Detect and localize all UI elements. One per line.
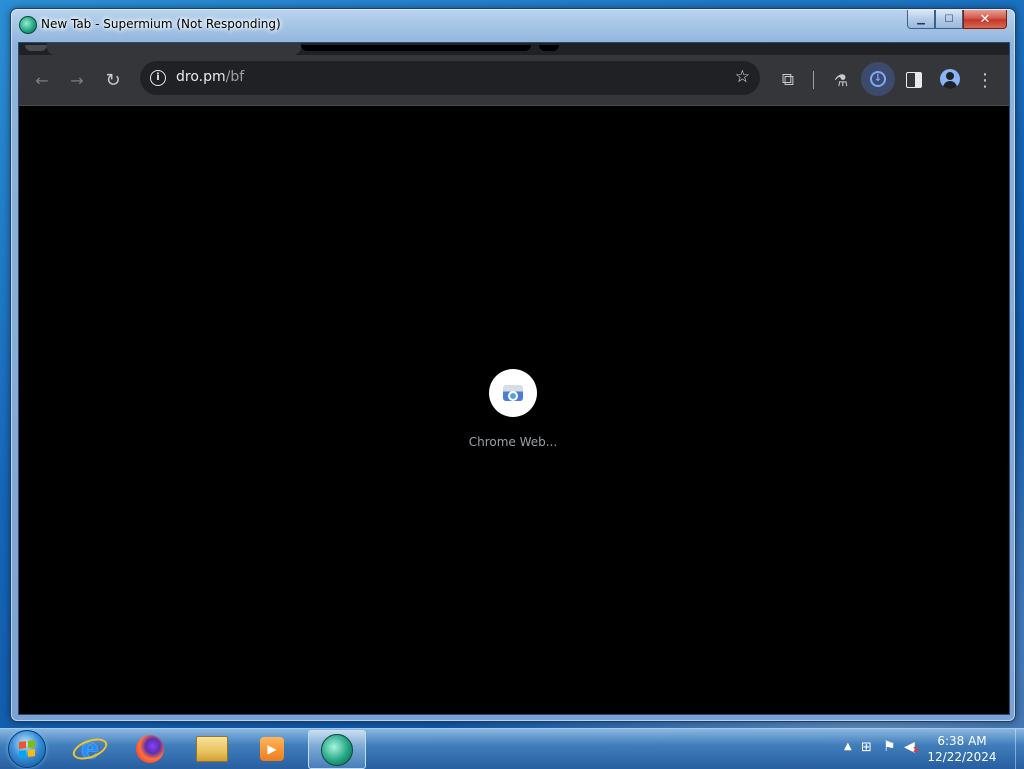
site-info-icon[interactable]: i bbox=[150, 70, 166, 86]
taskbar-windows-explorer[interactable] bbox=[184, 730, 240, 767]
network-icon[interactable]: ⊞ bbox=[861, 740, 872, 755]
title-bar[interactable]: New Tab - Supermium (Not Responding) ▁ ☐… bbox=[11, 9, 1015, 41]
address-bar[interactable]: i dro.pm/bf ☆ bbox=[140, 61, 760, 95]
toolbar-separator bbox=[813, 71, 814, 89]
new-tab-button[interactable] bbox=[539, 45, 559, 51]
download-icon: ↓ bbox=[870, 71, 886, 87]
chrome-web-store-icon bbox=[503, 385, 523, 401]
taskbar-firefox[interactable] bbox=[122, 730, 178, 767]
taskbar-supermium[interactable] bbox=[308, 730, 366, 769]
avatar-head bbox=[946, 72, 954, 80]
taskbar-internet-explorer[interactable]: e bbox=[62, 730, 118, 767]
start-button[interactable] bbox=[8, 730, 46, 768]
url-path: /bf bbox=[225, 69, 245, 85]
menu-kebab-icon[interactable]: ⋮ bbox=[974, 69, 996, 91]
clock-date: 12/22/2024 bbox=[927, 750, 997, 764]
maximize-button[interactable]: ☐ bbox=[935, 10, 963, 29]
downloads-button[interactable]: ↓ bbox=[861, 62, 895, 96]
media-player-icon: ▶ bbox=[260, 736, 284, 761]
supermium-app-icon[interactable] bbox=[19, 16, 37, 34]
back-arrow-icon[interactable]: ← bbox=[31, 69, 53, 91]
tab-new-tab[interactable] bbox=[47, 43, 301, 55]
show-hidden-icons-icon[interactable]: ▲ bbox=[844, 741, 852, 752]
action-center-flag-icon[interactable]: ⚑ bbox=[883, 739, 896, 755]
browser-client-area: ← → ↻ i dro.pm/bf ☆ ⧉ ⚗ ↓ ⋮ Chrome Web..… bbox=[18, 42, 1010, 715]
tab-background[interactable] bbox=[301, 45, 531, 51]
taskbar: e ▶ ▲ ⊞ ⚑ ◀ x 6:38 AM 12/22/2024 bbox=[0, 728, 1024, 769]
forward-arrow-icon[interactable]: → bbox=[66, 69, 88, 91]
clock-time: 6:38 AM bbox=[937, 734, 987, 748]
reload-icon[interactable]: ↻ bbox=[102, 69, 124, 91]
side-panel-icon[interactable] bbox=[906, 72, 922, 88]
browser-toolbar: ← → ↻ i dro.pm/bf ☆ ⧉ ⚗ ↓ ⋮ bbox=[19, 55, 1009, 106]
taskbar-media-player[interactable]: ▶ bbox=[244, 730, 300, 767]
windows-logo-icon bbox=[19, 740, 35, 758]
shortcut-tile-label[interactable]: Chrome Web... bbox=[443, 435, 583, 449]
close-button[interactable]: ✕ bbox=[963, 10, 1007, 29]
show-desktop-button[interactable] bbox=[1015, 729, 1024, 769]
avatar-body bbox=[943, 81, 957, 89]
bookmark-star-icon[interactable]: ☆ bbox=[735, 67, 750, 87]
mute-x-icon: x bbox=[913, 745, 919, 755]
folder-icon bbox=[196, 735, 228, 762]
volume-muted-icon[interactable]: ◀ x bbox=[904, 739, 919, 755]
caption-buttons: ▁ ☐ ✕ bbox=[907, 10, 1007, 30]
url-text[interactable]: dro.pm/bf bbox=[176, 69, 244, 85]
supermium-icon bbox=[321, 733, 353, 766]
url-host: dro.pm bbox=[176, 69, 226, 85]
tab-strip bbox=[19, 43, 1009, 55]
tab-search-button[interactable] bbox=[25, 45, 47, 51]
system-clock[interactable]: 6:38 AM 12/22/2024 bbox=[922, 733, 1002, 765]
labs-flask-icon[interactable]: ⚗ bbox=[830, 69, 852, 91]
profile-avatar-icon[interactable] bbox=[940, 69, 960, 89]
minimize-button[interactable]: ▁ bbox=[907, 10, 935, 29]
firefox-icon bbox=[136, 734, 164, 763]
shortcut-tile-chrome-web-store[interactable] bbox=[489, 369, 537, 417]
window-title: New Tab - Supermium (Not Responding) bbox=[41, 17, 281, 31]
browser-window: New Tab - Supermium (Not Responding) ▁ ☐… bbox=[10, 8, 1016, 722]
extensions-puzzle-icon[interactable]: ⧉ bbox=[777, 69, 799, 91]
